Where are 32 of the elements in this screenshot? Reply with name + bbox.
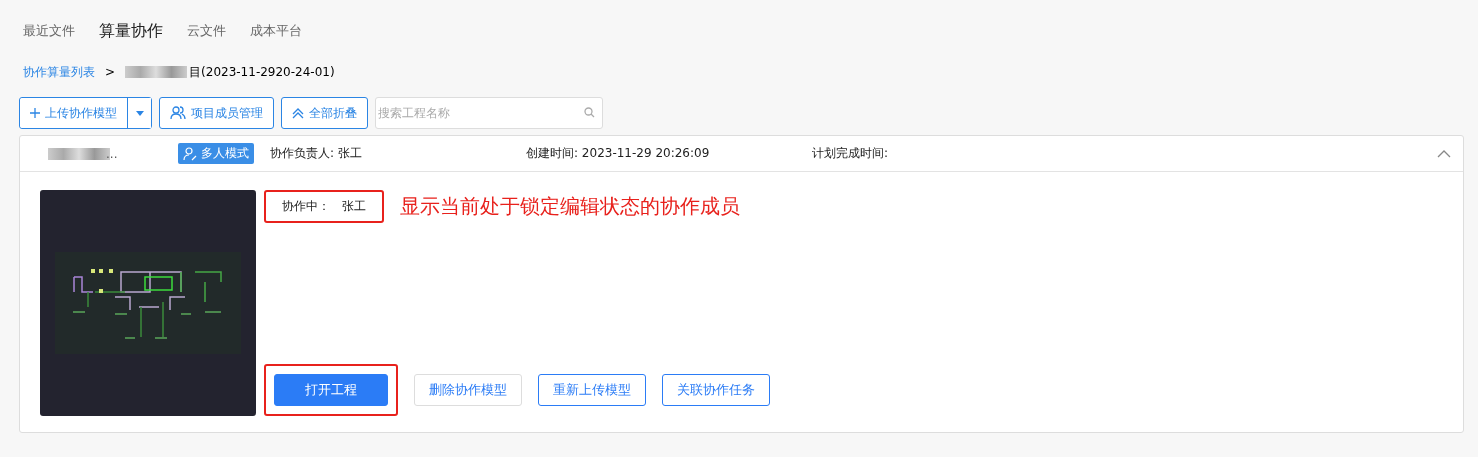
user-edit-icon xyxy=(183,146,197,161)
members-button[interactable]: 项目成员管理 xyxy=(159,97,274,129)
plus-icon xyxy=(30,108,40,118)
created-time: 创建时间: 2023-11-29 20:26:09 xyxy=(526,145,711,162)
users-icon xyxy=(170,106,186,120)
dropdown-button[interactable] xyxy=(127,98,151,128)
redacted-text xyxy=(48,147,110,160)
redacted-text xyxy=(125,66,188,78)
caret-icon xyxy=(135,110,144,116)
owner-text: 协作负责人: 张工 xyxy=(270,145,363,162)
mode-badge: 多人模式 xyxy=(178,143,254,164)
nav-tab[interactable]: 云文件 xyxy=(187,22,226,40)
action-button[interactable]: 删除协作模型 xyxy=(414,374,522,406)
planned-time: 计划完成时间: xyxy=(812,145,889,162)
search-field[interactable]: 搜索工程名称 xyxy=(375,97,603,129)
editing-user: 张工 xyxy=(342,198,366,215)
annotation-text: 显示当前处于锁定编辑状态的协作成员 xyxy=(400,193,740,220)
editing-label: 协作中： xyxy=(282,198,330,215)
breadcrumb-separator: > xyxy=(105,65,116,79)
breadcrumb-link[interactable]: 协作算量列表 xyxy=(23,63,95,81)
collapse-button[interactable] xyxy=(1437,149,1451,158)
collapse-all-button[interactable]: 全部折叠 xyxy=(281,97,368,129)
double-chevron-up-icon xyxy=(292,107,304,119)
action-button[interactable]: 打开工程 xyxy=(274,374,388,406)
action-button[interactable]: 重新上传模型 xyxy=(538,374,646,406)
breadcrumb-current: 目(2023-11-2920-24-01) xyxy=(189,63,335,81)
nav-tab[interactable]: 算量协作 xyxy=(99,20,163,42)
nav-tab[interactable]: 最近文件 xyxy=(23,22,75,40)
model-name: ... xyxy=(106,146,118,161)
search-icon xyxy=(584,107,595,118)
nav-tab[interactable]: 成本平台 xyxy=(250,22,302,40)
action-button[interactable]: 关联协作任务 xyxy=(662,374,770,406)
